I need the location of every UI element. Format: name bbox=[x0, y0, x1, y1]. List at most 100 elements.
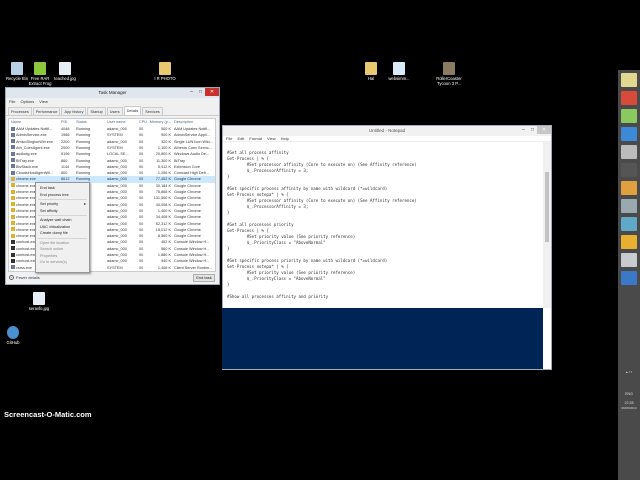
desktop-icon-label: teached.jpg bbox=[54, 76, 76, 81]
tab-startup[interactable]: Startup bbox=[87, 107, 106, 115]
menu-item-go-to-service-s[interactable]: Go to service(s) bbox=[36, 259, 89, 266]
cursor-app-icon[interactable] bbox=[621, 163, 637, 177]
process-icon bbox=[11, 239, 15, 244]
column-header[interactable]: Description bbox=[174, 119, 215, 125]
image-file-icon bbox=[33, 292, 45, 305]
desktop-icon[interactable]: I R PHOTO bbox=[150, 62, 180, 82]
menu-edit[interactable]: Edit bbox=[237, 136, 244, 141]
process-icon bbox=[11, 246, 15, 251]
menu-file[interactable]: File bbox=[226, 136, 232, 141]
process-icon bbox=[11, 214, 15, 219]
menu-item-label: End task bbox=[40, 186, 55, 190]
process-name-text: conhost.exe bbox=[16, 253, 37, 257]
menu-item-set-affinity[interactable]: Set affinity bbox=[36, 208, 89, 215]
process-name-text: CloudsHostAgentWi... bbox=[16, 171, 54, 176]
menu-view[interactable]: View bbox=[39, 98, 48, 105]
maximize-button[interactable]: □ bbox=[528, 126, 537, 134]
text-editor[interactable]: #Get all process affinity Get-Process | … bbox=[227, 150, 417, 300]
column-header[interactable]: CPU bbox=[139, 119, 147, 125]
column-header[interactable]: Memory (p... bbox=[147, 119, 171, 125]
process-icon bbox=[11, 195, 15, 200]
maximize-button[interactable]: □ bbox=[196, 88, 205, 96]
desktop-icon[interactable]: websimm... bbox=[384, 62, 414, 82]
settings-app-icon[interactable] bbox=[621, 199, 637, 213]
minimize-button[interactable]: – bbox=[519, 126, 528, 134]
snipping-tool-icon[interactable] bbox=[621, 235, 637, 249]
process-name-text: conhost.exe bbox=[16, 259, 37, 264]
powershell-icon[interactable] bbox=[621, 271, 637, 285]
language-indicator[interactable]: ENG bbox=[618, 392, 640, 396]
clock-date[interactable]: 06/06/2013 bbox=[618, 406, 640, 410]
menu-view[interactable]: View bbox=[267, 136, 276, 141]
folder-icon bbox=[159, 62, 171, 75]
remote-desktop-icon[interactable] bbox=[621, 253, 637, 267]
process-icon bbox=[11, 208, 15, 213]
vertical-scrollbar[interactable] bbox=[543, 142, 551, 308]
desktop-icon[interactable]: RollerCoaster Tycoon 3 P... bbox=[434, 62, 464, 86]
table-header: Name PID Status User name CPU Memory (p... Des… bbox=[9, 119, 215, 125]
menu-item-end-process-tree[interactable]: End process tree bbox=[36, 192, 89, 199]
clock-time[interactable]: 22:28 bbox=[618, 401, 640, 405]
description: Client Server Runtim... bbox=[174, 265, 213, 270]
menu-file[interactable]: File bbox=[9, 98, 15, 105]
menu-options[interactable]: Options bbox=[20, 98, 34, 105]
desktop-icon[interactable]: seravfo.jpg bbox=[24, 292, 54, 312]
process-name-text: conhost.exe bbox=[16, 246, 37, 251]
menu-item-label: Open file location bbox=[40, 240, 70, 245]
fewer-details-button[interactable]: ^ Fewer details bbox=[9, 275, 40, 280]
desktop-icon[interactable]: GitHub bbox=[0, 326, 28, 346]
menu-help[interactable]: Help bbox=[281, 136, 289, 141]
process-name-text: chrome.exe bbox=[16, 183, 36, 188]
device-icon[interactable] bbox=[621, 145, 637, 159]
tray-icons[interactable]: ▴ ▪ ▪ bbox=[618, 370, 640, 374]
media-icon[interactable] bbox=[621, 181, 637, 195]
process-name-text: csrss.exe bbox=[16, 265, 33, 270]
menu-item-create-dump-file[interactable]: Create dump file bbox=[36, 230, 89, 237]
column-header[interactable]: PID bbox=[61, 119, 75, 125]
column-header[interactable]: User name bbox=[107, 119, 135, 125]
process-name-text: audiodg.exe bbox=[16, 152, 37, 157]
frog-app-icon bbox=[34, 62, 46, 75]
menu-item-label: UAC virtualization bbox=[40, 224, 71, 229]
explorer-icon[interactable] bbox=[621, 73, 637, 87]
process-name-text: chrome.exe bbox=[16, 208, 36, 213]
tab-users[interactable]: Users bbox=[106, 107, 123, 115]
process-name-text: chrome.exe bbox=[16, 190, 36, 194]
end-task-button[interactable]: End task bbox=[193, 274, 215, 282]
minimize-button[interactable]: – bbox=[187, 88, 196, 96]
process-name-text: chrome.exe bbox=[16, 202, 36, 207]
tab-details[interactable]: Details bbox=[123, 106, 142, 115]
notepad-plus-icon[interactable] bbox=[621, 109, 637, 123]
process-icon bbox=[11, 202, 15, 207]
desktop-icon[interactable]: Hal bbox=[356, 62, 386, 82]
tab-services[interactable]: Services bbox=[142, 107, 163, 115]
menu-format[interactable]: Format bbox=[249, 136, 262, 141]
column-header[interactable]: Status bbox=[76, 119, 104, 125]
process-icon bbox=[11, 170, 15, 175]
cpu: 00 bbox=[139, 265, 144, 270]
network-app-icon[interactable] bbox=[621, 127, 637, 141]
image-file-icon bbox=[59, 62, 71, 75]
title-bar[interactable]: Task Manager – □ ✕ bbox=[6, 88, 219, 98]
task-manager-icon[interactable] bbox=[621, 217, 637, 231]
tab-processes[interactable]: Processes bbox=[8, 107, 32, 115]
tab-performance[interactable]: Performance bbox=[32, 107, 61, 115]
watermark: Screencast-O-Matic.com bbox=[4, 410, 92, 419]
menu-item-label: Search online bbox=[40, 247, 64, 251]
scroll-thumb[interactable] bbox=[545, 172, 549, 242]
chrome-icon[interactable] bbox=[621, 91, 637, 105]
column-header[interactable]: Name bbox=[11, 119, 61, 125]
menu-separator bbox=[38, 237, 87, 239]
tab-app-history[interactable]: App history bbox=[61, 107, 87, 115]
close-button[interactable]: ✕ bbox=[205, 88, 219, 96]
close-button[interactable]: ✕ bbox=[537, 126, 551, 134]
window-title: Untitled - Notepad bbox=[368, 128, 406, 133]
taskbar: ▴ ▪ ▪ ENG 22:28 06/06/2013 bbox=[618, 70, 640, 480]
desktop-icon[interactable]: teached.jpg bbox=[50, 62, 80, 82]
window-title: Task Manager bbox=[98, 90, 127, 95]
process-name-text: AAM Updates Notifi... bbox=[16, 127, 53, 131]
powershell-window[interactable] bbox=[222, 308, 543, 369]
title-bar[interactable]: Untitled - Notepad – □ ✕ bbox=[223, 126, 551, 136]
process-name-text: chrome.exe bbox=[16, 234, 36, 239]
process-icon bbox=[11, 233, 15, 238]
